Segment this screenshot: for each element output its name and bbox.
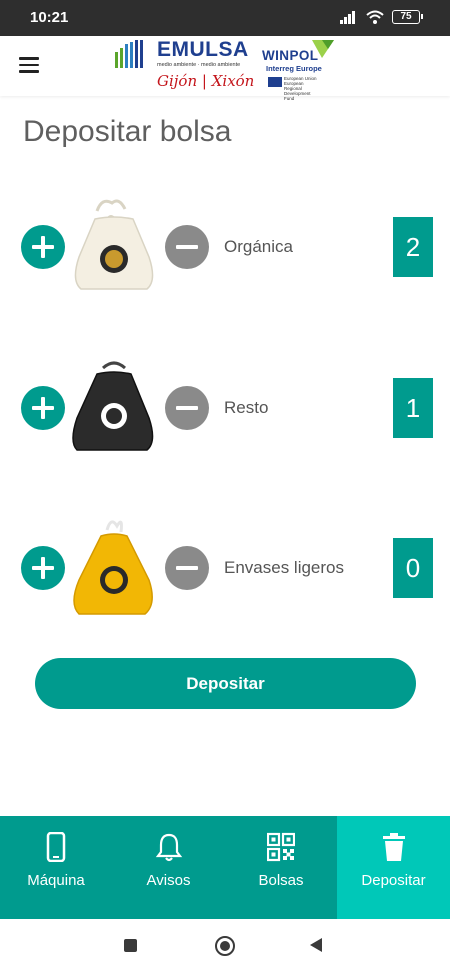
- nav-label-depositar: Depositar: [361, 872, 426, 889]
- eu-flag-icon: [268, 77, 282, 87]
- organic-bag-icon: [74, 199, 154, 290]
- back-icon[interactable]: [310, 938, 322, 952]
- nav-item-avisos[interactable]: Avisos: [112, 816, 225, 919]
- count-envases: 0: [393, 538, 433, 598]
- count-resto: 1: [393, 378, 433, 438]
- remove-resto-button[interactable]: [165, 386, 209, 430]
- recent-apps-icon[interactable]: [124, 939, 137, 952]
- rest-bag-icon: [72, 361, 154, 451]
- wifi-icon: [366, 10, 384, 24]
- emulsa-tagline: medio ambiente · medio ambiente: [157, 62, 241, 68]
- status-time: 10:21: [30, 9, 69, 26]
- bag-label-resto: Resto: [224, 398, 269, 417]
- bell-icon: [155, 833, 182, 862]
- bag-label-envases: Envases ligeros: [224, 558, 345, 577]
- bag-row-organica: Orgánica 2: [0, 197, 450, 297]
- nav-label-avisos: Avisos: [146, 872, 191, 889]
- home-icon[interactable]: [215, 936, 235, 956]
- bag-row-resto: Resto 1: [0, 358, 450, 458]
- nav-label-maquina: Máquina: [27, 872, 85, 889]
- app-header: EMULSA medio ambiente · medio ambiente G…: [0, 36, 450, 101]
- emulsa-logo: EMULSA medio ambiente · medio ambiente G…: [115, 38, 254, 94]
- battery-icon: 75: [392, 10, 423, 24]
- status-icons: 75: [340, 10, 423, 24]
- phone-icon: [46, 832, 66, 862]
- qr-code-icon: [267, 832, 295, 862]
- nav-item-maquina[interactable]: Máquina: [0, 816, 112, 919]
- remove-envases-button[interactable]: [165, 546, 209, 590]
- hamburger-menu-icon[interactable]: [17, 53, 43, 79]
- add-envases-button[interactable]: [21, 546, 65, 590]
- bag-label-organica: Orgánica: [224, 237, 293, 256]
- emulsa-name: EMULSA: [157, 38, 249, 61]
- system-nav-bar: [0, 919, 450, 973]
- trash-can-icon: [382, 833, 405, 861]
- count-organica: 2: [393, 217, 433, 277]
- status-bar: 10:21 75: [0, 0, 450, 36]
- app-screen: 10:21 75 EMULSA medio ambiente · medio a…: [0, 0, 450, 973]
- nav-item-bolsas[interactable]: Bolsas: [225, 816, 337, 919]
- emulsa-bars-icon: [115, 40, 143, 68]
- nav-label-bolsas: Bolsas: [258, 872, 304, 889]
- bottom-nav: Máquina Avisos Bolsas Depositar: [0, 816, 450, 919]
- add-resto-button[interactable]: [21, 386, 65, 430]
- nav-item-depositar[interactable]: Depositar: [337, 816, 450, 919]
- emulsa-city: Gijón | Xixón: [157, 72, 255, 90]
- remove-organica-button[interactable]: [165, 225, 209, 269]
- bag-row-envases: Envases ligeros 0: [0, 518, 450, 618]
- page-title: Depositar bolsa: [23, 115, 232, 148]
- deposit-button[interactable]: Depositar: [35, 658, 416, 709]
- winpol-logo: WINPOL Interreg Europe European Union Eu…: [262, 40, 342, 101]
- winpol-eu-text: European Union European Regional Develop…: [284, 76, 317, 101]
- packaging-bag-icon: [73, 520, 153, 615]
- winpol-name: WINPOL: [262, 48, 319, 63]
- signal-icon: [340, 11, 355, 24]
- add-organica-button[interactable]: [21, 225, 65, 269]
- winpol-program: Interreg Europe: [266, 64, 322, 73]
